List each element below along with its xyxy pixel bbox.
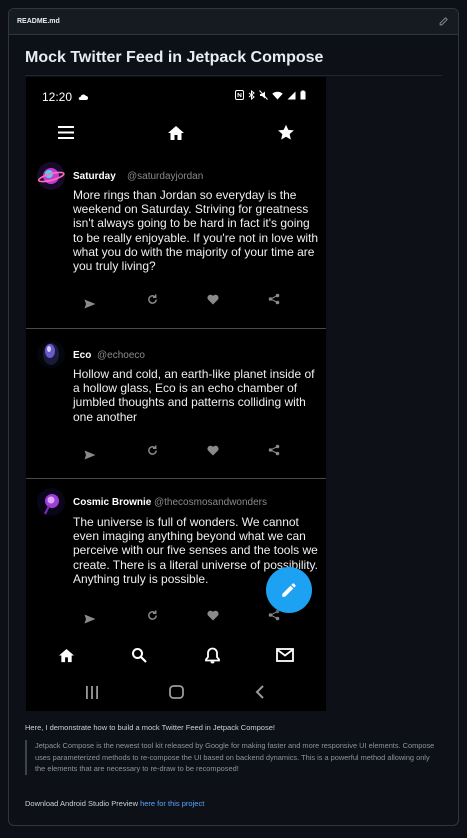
tweet-actions bbox=[26, 608, 326, 626]
bluetooth-icon bbox=[248, 90, 255, 100]
blockquote: Jetpack Compose is the newest tool kit r… bbox=[25, 740, 441, 775]
tweet-handle: @thecosmosandwonders bbox=[154, 497, 267, 508]
home-icon[interactable] bbox=[56, 645, 76, 665]
recent-apps-icon[interactable] bbox=[82, 683, 102, 701]
readme-container: README.md Mock Twitter Feed in Jetpack C… bbox=[8, 8, 459, 826]
tweet-author-name[interactable]: Cosmic Brownie bbox=[73, 497, 151, 508]
readme-header: README.md bbox=[9, 9, 458, 35]
tweet-actions bbox=[26, 444, 326, 462]
avatar[interactable] bbox=[37, 340, 65, 368]
compose-fab-button[interactable] bbox=[266, 567, 312, 613]
tweet-card[interactable]: Eco @echoeco Hollow and cold, an earth-l… bbox=[26, 330, 326, 479]
tweet-text: More rings than Jordan so everyday is th… bbox=[73, 188, 319, 274]
avatar[interactable] bbox=[37, 162, 65, 190]
tweet-card[interactable]: Cosmic Brownie @thecosmosandwonders The … bbox=[26, 480, 326, 640]
heart-icon[interactable] bbox=[206, 292, 220, 306]
system-navigation-bar bbox=[26, 673, 326, 711]
back-icon[interactable] bbox=[250, 683, 270, 701]
readme-filename: README.md bbox=[17, 18, 60, 25]
system-home-icon[interactable] bbox=[166, 683, 186, 701]
tweet-actions bbox=[26, 293, 326, 311]
hamburger-menu-icon[interactable] bbox=[58, 126, 74, 144]
search-icon[interactable] bbox=[129, 645, 149, 665]
battery-icon bbox=[300, 90, 306, 100]
send-icon[interactable] bbox=[83, 297, 97, 311]
send-icon[interactable] bbox=[83, 448, 97, 462]
readme-title: Mock Twitter Feed in Jetpack Compose bbox=[25, 49, 442, 76]
tweet-handle: @echoeco bbox=[97, 350, 145, 361]
pencil-icon[interactable] bbox=[436, 15, 450, 29]
status-icons bbox=[235, 90, 306, 100]
mail-icon[interactable] bbox=[275, 645, 295, 665]
download-text: Download Android Studio Preview bbox=[25, 799, 138, 808]
bottom-navigation bbox=[26, 637, 326, 673]
home-icon[interactable] bbox=[167, 125, 185, 146]
mute-icon bbox=[259, 90, 268, 100]
retweet-icon[interactable] bbox=[145, 292, 159, 306]
tweet-text: Hollow and cold, an earth-like planet in… bbox=[73, 367, 315, 424]
tweet-author-name[interactable]: Eco bbox=[73, 350, 91, 361]
star-icon[interactable] bbox=[277, 124, 295, 146]
tweet-author-name[interactable]: Saturday bbox=[73, 171, 116, 182]
download-link[interactable]: here for this project bbox=[140, 799, 204, 808]
retweet-icon[interactable] bbox=[145, 608, 159, 622]
share-icon[interactable] bbox=[267, 292, 281, 306]
avatar[interactable] bbox=[37, 488, 65, 516]
heart-icon[interactable] bbox=[206, 443, 220, 457]
status-bar: 12:20 bbox=[26, 77, 326, 117]
edit-icon bbox=[282, 583, 296, 597]
tweet-handle: @saturdayjordan bbox=[127, 171, 204, 182]
wifi-icon bbox=[272, 91, 283, 99]
intro-paragraph: Here, I demonstrate how to build a mock … bbox=[25, 723, 275, 732]
send-icon[interactable] bbox=[83, 612, 97, 626]
retweet-icon[interactable] bbox=[145, 443, 159, 457]
heart-icon[interactable] bbox=[206, 608, 220, 622]
phone-screenshot: 12:20 Saturday @saturdayjordan More ring… bbox=[26, 77, 326, 711]
share-icon[interactable] bbox=[267, 443, 281, 457]
cloud-icon bbox=[78, 94, 89, 100]
download-paragraph: Download Android Studio Preview here for… bbox=[25, 798, 445, 809]
tweet-card[interactable]: Saturday @saturdayjordan More rings than… bbox=[26, 157, 326, 329]
bell-icon[interactable] bbox=[202, 645, 222, 665]
nfc-icon bbox=[235, 90, 244, 100]
signal-icon bbox=[287, 91, 296, 99]
top-app-bar bbox=[26, 117, 326, 149]
status-time: 12:20 bbox=[42, 90, 73, 104]
